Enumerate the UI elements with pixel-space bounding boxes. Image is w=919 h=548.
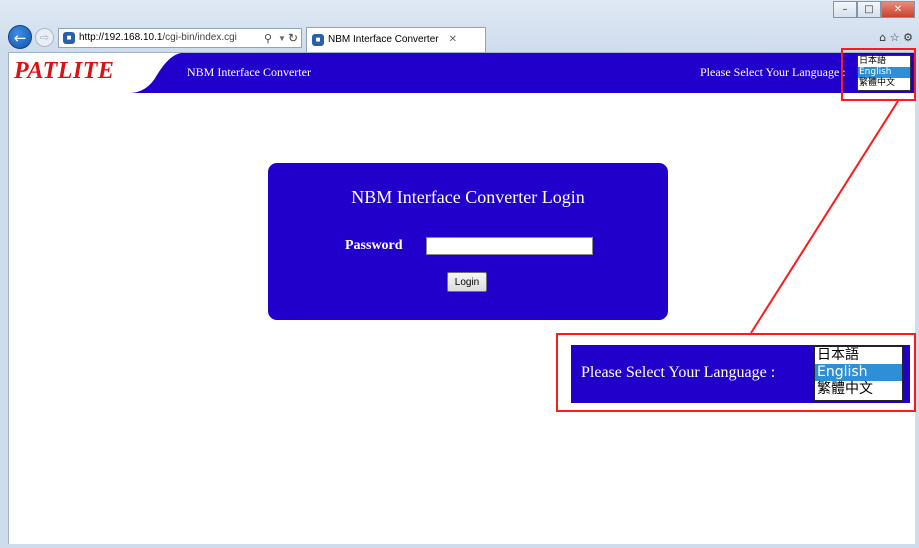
zoomed-option-english: English [815,364,902,381]
url-host: http://192.168.10.1 [79,32,163,43]
refresh-icon[interactable]: ↻ [288,29,298,47]
header-title: NBM Interface Converter [187,65,311,79]
url-text: http://192.168.10.1/cgi-bin/index.cgi [79,29,237,47]
forward-button[interactable]: ⇨ [35,28,54,47]
chevron-down-icon[interactable]: ▼ [278,30,286,48]
logo-text: PATLITE [14,58,115,84]
zoomed-language-select: 日本語 English 繁體中文 [814,346,903,401]
back-arrow-icon: ← [13,29,27,47]
login-panel: NBM Interface Converter Login Password L… [268,163,668,320]
home-icon[interactable]: ⌂ [879,31,886,44]
window-frame-bottom [0,544,919,548]
zoomed-language-label: Please Select Your Language : [581,364,776,381]
browser-toolbar-icons: ⌂ ☆ ⚙ [879,31,913,44]
tab-label: NBM Interface Converter [328,34,439,45]
login-title: NBM Interface Converter Login [351,187,585,207]
window-controls: – □ ✕ [833,1,915,19]
language-label: Please Select Your Language : [700,65,846,79]
page-header: PATLITE NBM Interface Converter Please S… [9,53,915,93]
browser-tab[interactable]: ■ NBM Interface Converter ✕ [306,27,486,52]
favorites-star-icon[interactable]: ☆ [890,31,900,44]
close-window-button[interactable]: ✕ [881,1,915,18]
gear-icon[interactable]: ⚙ [903,31,913,44]
highlight-box-small [841,48,916,101]
search-icon[interactable]: ⚲ [264,30,272,48]
url-path: /cgi-bin/index.cgi [162,32,237,43]
window-frame-right [915,52,919,548]
login-button[interactable]: Login [447,272,487,292]
password-label: Password [345,238,403,253]
zoomed-option-traditional-chinese: 繁體中文 [817,381,873,397]
close-tab-icon[interactable]: ✕ [449,29,457,51]
tab-favicon-icon: ■ [312,34,324,46]
forward-arrow-icon: ⇨ [39,31,50,44]
browser-chrome: ← ⇨ ■ http://192.168.10.1/cgi-bin/index.… [0,0,919,53]
maximize-button[interactable]: □ [857,1,881,18]
password-field[interactable] [426,237,593,255]
zoomed-language-panel: Please Select Your Language : 日本語 Englis… [571,345,910,403]
zoomed-option-japanese: 日本語 [817,347,859,363]
minimize-button[interactable]: – [833,1,857,18]
address-bar[interactable]: ■ http://192.168.10.1/cgi-bin/index.cgi … [58,28,302,48]
logo: PATLITE [9,53,189,93]
site-favicon-icon: ■ [63,32,75,44]
back-button[interactable]: ← [8,25,32,49]
window-frame-left [0,52,9,548]
